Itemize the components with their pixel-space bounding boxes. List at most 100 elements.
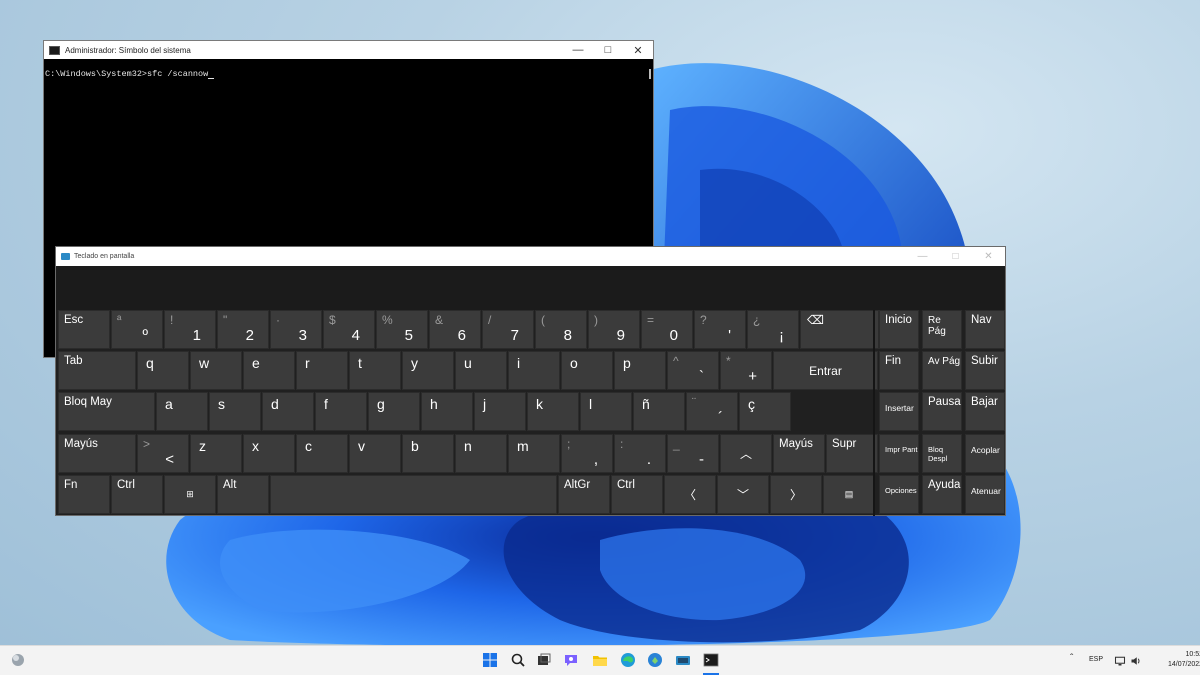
- key-alt[interactable]: Alt: [217, 475, 269, 514]
- key-r[interactable]: r: [296, 351, 348, 390]
- key-k[interactable]: k: [527, 392, 579, 431]
- osk-maximize-button[interactable]: □: [939, 247, 972, 266]
- key-d[interactable]: d: [262, 392, 314, 431]
- key-w[interactable]: w: [190, 351, 242, 390]
- key-9[interactable]: ) 9: [588, 310, 640, 349]
- osk-titlebar[interactable]: Teclado en pantalla — □ ✕: [56, 247, 1005, 266]
- key-subir[interactable]: Subir: [965, 351, 1005, 390]
- key-key[interactable]: ^ `: [667, 351, 719, 390]
- onscreen-keyboard-window[interactable]: Teclado en pantalla — □ ✕ Esc ª º! 1 " 2 · 3 $4%…: [55, 246, 1006, 516]
- cmd-taskbar-icon[interactable]: [703, 652, 719, 668]
- key-4[interactable]: $4: [323, 310, 375, 349]
- key-0[interactable]: = 0: [641, 310, 693, 349]
- language-indicator[interactable]: ESP: [1089, 656, 1103, 663]
- space-key[interactable]: [270, 475, 557, 514]
- key-opciones[interactable]: Opciones: [879, 475, 919, 514]
- key-ayuda[interactable]: Ayuda: [922, 475, 962, 514]
- cmd-titlebar[interactable]: Administrador: Símbolo del sistema — □ ✕: [44, 41, 653, 59]
- system-clock[interactable]: 10:52 14/07/2022: [1168, 650, 1200, 670]
- key-o[interactable]: o: [561, 351, 613, 390]
- key-x[interactable]: x: [243, 434, 295, 473]
- osk-close-button[interactable]: ✕: [972, 247, 1005, 266]
- key-key[interactable]: ªº: [111, 310, 163, 349]
- key-key[interactable]: > <: [137, 434, 189, 473]
- key-bajar[interactable]: Bajar: [965, 392, 1005, 431]
- key-8[interactable]: (8: [535, 310, 587, 349]
- key-bloq-may[interactable]: Bloq May: [58, 392, 155, 431]
- key-nav[interactable]: Nav: [965, 310, 1005, 349]
- key-bloq-despl[interactable]: Bloq Despl: [922, 434, 962, 473]
- key-supr[interactable]: Supr: [826, 434, 878, 473]
- key-pausa[interactable]: Pausa: [922, 392, 962, 431]
- key-key[interactable]: ¿ ¡: [747, 310, 799, 349]
- edge-icon[interactable]: [620, 652, 636, 668]
- key-p[interactable]: p: [614, 351, 666, 390]
- key-1[interactable]: ! 1: [164, 310, 216, 349]
- osk-minimize-button[interactable]: —: [906, 247, 939, 266]
- key-ç[interactable]: ç: [739, 392, 791, 431]
- key-h[interactable]: h: [421, 392, 473, 431]
- key-t[interactable]: t: [349, 351, 401, 390]
- key-insertar[interactable]: Insertar: [879, 392, 919, 431]
- widgets-icon[interactable]: [10, 652, 26, 668]
- store-icon[interactable]: [647, 652, 663, 668]
- console-output[interactable]: C:\Windows\System32>sfc /scannow: [44, 59, 653, 79]
- key-v[interactable]: v: [349, 434, 401, 473]
- key-fin[interactable]: Fin: [879, 351, 919, 390]
- arrow-up-key[interactable]: ︿: [720, 434, 772, 473]
- key-ctrl[interactable]: Ctrl: [611, 475, 663, 514]
- key-av-p-g[interactable]: Av Pág: [922, 351, 962, 390]
- key-ñ[interactable]: ñ: [633, 392, 685, 431]
- key-7[interactable]: /7: [482, 310, 534, 349]
- key-acoplar[interactable]: Acoplar: [965, 434, 1005, 473]
- key-5[interactable]: % 5: [376, 310, 428, 349]
- start-icon[interactable]: [482, 652, 498, 668]
- key-u[interactable]: u: [455, 351, 507, 390]
- key-y[interactable]: y: [402, 351, 454, 390]
- close-button[interactable]: ✕: [623, 41, 653, 59]
- key-g[interactable]: g: [368, 392, 420, 431]
- volume-icon[interactable]: [1130, 655, 1142, 667]
- key-q[interactable]: q: [137, 351, 189, 390]
- key-f[interactable]: f: [315, 392, 367, 431]
- search-icon[interactable]: [510, 652, 526, 668]
- key-3[interactable]: · 3: [270, 310, 322, 349]
- key-impr-pant[interactable]: Impr Pant: [879, 434, 919, 473]
- maximize-button[interactable]: □: [593, 41, 623, 59]
- network-icon[interactable]: [1114, 655, 1126, 667]
- key-re-p-g[interactable]: Re Pág: [922, 310, 962, 349]
- key-a[interactable]: a: [156, 392, 208, 431]
- key-entrar[interactable]: Entrar: [773, 351, 878, 390]
- key-may-s[interactable]: Mayús: [58, 434, 136, 473]
- onscreen-keyboard-taskbar-icon[interactable]: [675, 652, 691, 668]
- arrow-down-key[interactable]: ﹀: [717, 475, 769, 514]
- key-altgr[interactable]: AltGr: [558, 475, 610, 514]
- key-key[interactable]: :.: [614, 434, 666, 473]
- key-atenuar[interactable]: Atenuar: [965, 475, 1005, 514]
- backspace-key[interactable]: ⌫: [800, 310, 879, 349]
- chevron-up-icon[interactable]: ˆ: [1070, 653, 1073, 664]
- key-key[interactable]: ¨ ´: [686, 392, 738, 431]
- key-z[interactable]: z: [190, 434, 242, 473]
- teams-chat-icon[interactable]: [563, 652, 579, 668]
- minimize-button[interactable]: —: [563, 41, 593, 59]
- key-i[interactable]: i: [508, 351, 560, 390]
- key-e[interactable]: e: [243, 351, 295, 390]
- key-2[interactable]: " 2: [217, 310, 269, 349]
- key-b[interactable]: b: [402, 434, 454, 473]
- key-c[interactable]: c: [296, 434, 348, 473]
- key-key[interactable]: ;,: [561, 434, 613, 473]
- key-m[interactable]: m: [508, 434, 560, 473]
- key-fn[interactable]: Fn: [58, 475, 110, 514]
- file-explorer-icon[interactable]: [592, 652, 608, 668]
- arrow-left-key[interactable]: 〈: [664, 475, 716, 514]
- key-ctrl[interactable]: Ctrl: [111, 475, 163, 514]
- key-tab[interactable]: Tab: [58, 351, 136, 390]
- task-view-icon[interactable]: [536, 652, 552, 668]
- console-scrollbar[interactable]: [649, 69, 651, 79]
- key-inicio[interactable]: Inicio: [879, 310, 919, 349]
- key-key[interactable]: * +: [720, 351, 772, 390]
- menu-key-key[interactable]: ▤: [823, 475, 875, 514]
- key-l[interactable]: l: [580, 392, 632, 431]
- key-6[interactable]: & 6: [429, 310, 481, 349]
